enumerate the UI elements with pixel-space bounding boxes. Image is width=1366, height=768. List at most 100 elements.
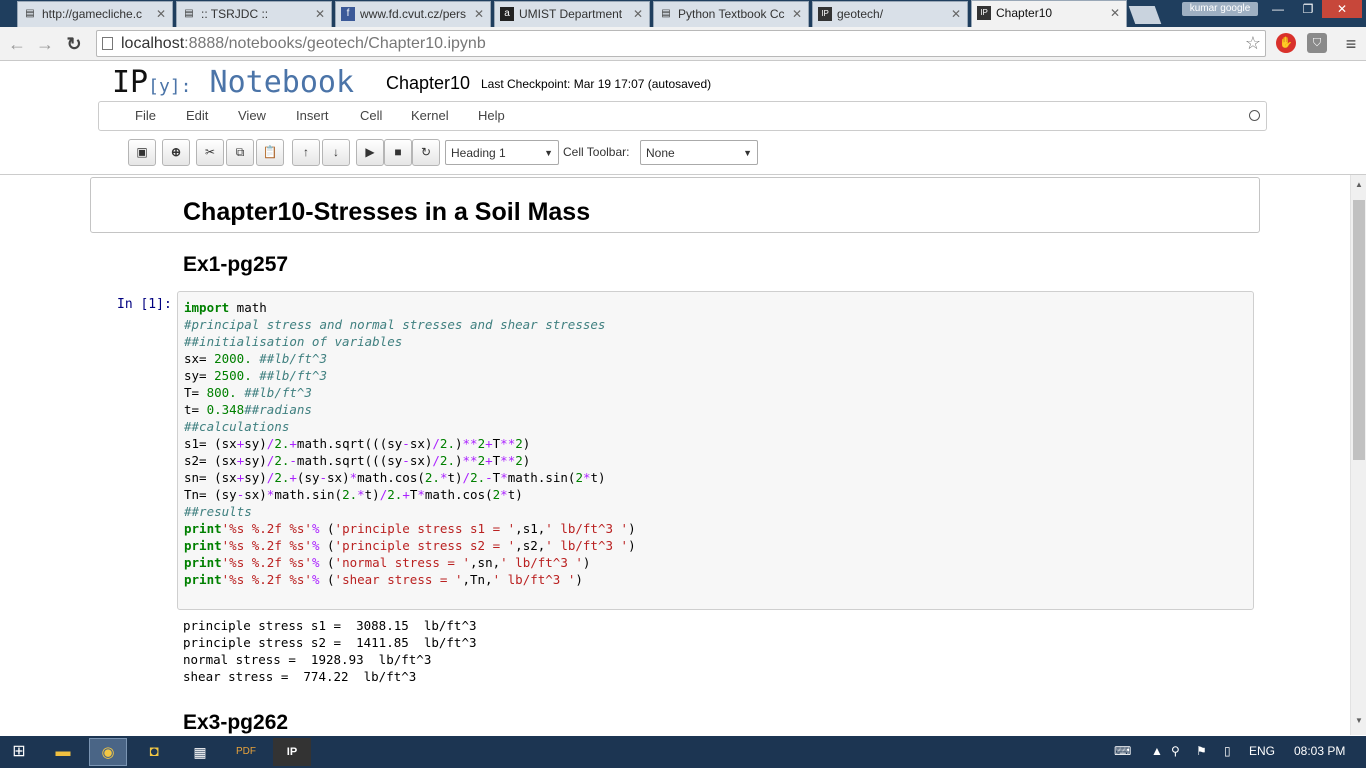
cell-type-select[interactable]: Heading 1 ▼ bbox=[445, 140, 559, 165]
scroll-up-icon[interactable]: ▲ bbox=[1351, 177, 1366, 193]
page-scrollbar[interactable]: ▲ ▼ bbox=[1350, 175, 1366, 735]
language-indicator[interactable]: ENG bbox=[1249, 744, 1275, 758]
checkpoint-status: Last Checkpoint: Mar 19 17:07 (autosaved… bbox=[481, 77, 712, 91]
flag-icon[interactable]: ⚑ bbox=[1196, 744, 1207, 758]
close-tab-icon[interactable]: ✕ bbox=[474, 2, 484, 26]
notebook-name[interactable]: Chapter10 bbox=[386, 73, 470, 94]
back-icon[interactable]: ← bbox=[6, 33, 28, 55]
save-icon[interactable]: ▣ bbox=[128, 139, 156, 166]
insert-cell-icon[interactable]: ⊕ bbox=[162, 139, 190, 166]
browser-tab[interactable]: IP geotech/ ✕ bbox=[812, 1, 968, 27]
code-line[interactable]: print'%s %.2f %s'% ('normal stress = ',s… bbox=[184, 554, 636, 571]
output-line: normal stress = 1928.93 lb/ft^3 bbox=[183, 652, 432, 667]
restart-icon[interactable]: ↻ bbox=[412, 139, 440, 166]
url-input[interactable]: localhost:8888/notebooks/geotech/Chapter… bbox=[96, 30, 1266, 57]
code-line[interactable]: sy= 2500. ##lb/ft^3 bbox=[184, 367, 636, 384]
close-tab-icon[interactable]: ✕ bbox=[315, 2, 325, 26]
code-line[interactable]: sn= (sx+sy)/2.+(sy-sx)*math.cos(2.*t)/2.… bbox=[184, 469, 636, 486]
sticky-notes-icon[interactable]: ◘ bbox=[135, 738, 173, 766]
code-line[interactable]: s1= (sx+sy)/2.+math.sqrt(((sy-sx)/2.)**2… bbox=[184, 435, 636, 452]
restore-icon[interactable]: ❐ bbox=[1294, 0, 1322, 18]
close-tab-icon[interactable]: ✕ bbox=[792, 2, 802, 26]
browser-tab-active[interactable]: IP Chapter10 ✕ bbox=[971, 0, 1127, 27]
output-line: principle stress s2 = 1411.85 lb/ft^3 bbox=[183, 635, 477, 650]
tab-title: :: TSRJDC :: bbox=[201, 7, 269, 21]
cut-icon[interactable]: ✂ bbox=[196, 139, 224, 166]
ipython-taskbar-icon[interactable]: IP bbox=[273, 738, 311, 766]
menu-help[interactable]: Help bbox=[478, 108, 505, 123]
stop-icon[interactable]: ■ bbox=[384, 139, 412, 166]
code-line[interactable]: ##results bbox=[184, 503, 636, 520]
paste-icon[interactable]: 📋 bbox=[256, 139, 284, 166]
network-icon[interactable]: ⚲ bbox=[1171, 744, 1180, 758]
reload-icon[interactable]: ↻ bbox=[63, 33, 85, 55]
move-down-icon[interactable]: ↓ bbox=[322, 139, 350, 166]
menu-icon[interactable]: ≡ bbox=[1340, 33, 1362, 55]
code-line[interactable]: #principal stress and normal stresses an… bbox=[184, 316, 636, 333]
ex3-heading[interactable]: Ex3-pg262 bbox=[183, 711, 288, 735]
shield-icon[interactable]: ⛉ bbox=[1307, 33, 1327, 53]
code-line[interactable]: t= 0.348##radians bbox=[184, 401, 636, 418]
browser-tab[interactable]: ▤ :: TSRJDC :: ✕ bbox=[176, 1, 332, 27]
windows-start-icon[interactable]: ⊞ bbox=[0, 738, 38, 766]
kernel-status-icon bbox=[1249, 110, 1260, 121]
menu-insert[interactable]: Insert bbox=[296, 108, 329, 123]
battery-icon[interactable]: ▯ bbox=[1224, 744, 1231, 758]
ex1-heading[interactable]: Ex1-pg257 bbox=[183, 253, 288, 277]
code-line[interactable]: T= 800. ##lb/ft^3 bbox=[184, 384, 636, 401]
adblock-icon[interactable]: ✋ bbox=[1276, 33, 1296, 53]
page-icon: ▤ bbox=[25, 8, 35, 19]
keyboard-icon[interactable]: ⌨ bbox=[1114, 744, 1131, 758]
pdf-icon[interactable]: PDF bbox=[227, 738, 265, 766]
tab-title: http://gamecliche.c bbox=[42, 7, 143, 21]
new-tab-button[interactable] bbox=[1128, 6, 1162, 24]
code-editor[interactable]: import math #principal stress and normal … bbox=[184, 299, 636, 588]
chrome-icon[interactable]: ◉ bbox=[89, 738, 127, 766]
copy-icon[interactable]: ⧉ bbox=[226, 139, 254, 166]
run-icon[interactable]: ▶ bbox=[356, 139, 384, 166]
close-tab-icon[interactable]: ✕ bbox=[633, 2, 643, 26]
browser-tab[interactable]: ▤ http://gamecliche.c ✕ bbox=[17, 1, 173, 27]
close-tab-icon[interactable]: ✕ bbox=[156, 2, 166, 26]
cell-toolbar-label: Cell Toolbar: bbox=[563, 145, 630, 159]
app-icon[interactable]: ▦ bbox=[181, 738, 219, 766]
code-line[interactable]: Tn= (sy-sx)*math.sin(2.*t)/2.+T*math.cos… bbox=[184, 486, 636, 503]
clock[interactable]: 08:03 PM bbox=[1294, 744, 1345, 758]
close-tab-icon[interactable]: ✕ bbox=[951, 2, 961, 26]
close-window-icon[interactable]: ✕ bbox=[1322, 0, 1362, 18]
url-path: :8888/notebooks/geotech/Chapter10.ipynb bbox=[184, 35, 486, 52]
heading-cell-selected[interactable]: Chapter10-Stresses in a Soil Mass bbox=[90, 177, 1260, 233]
menu-cell[interactable]: Cell bbox=[360, 108, 382, 123]
notebook-content: Chapter10-Stresses in a Soil Mass Ex1-pg… bbox=[0, 175, 1350, 735]
ipython-logo[interactable]: IP[y]: Notebook bbox=[112, 65, 354, 100]
code-line[interactable]: s2= (sx+sy)/2.-math.sqrt(((sy-sx)/2.)**2… bbox=[184, 452, 636, 469]
menu-view[interactable]: View bbox=[238, 108, 266, 123]
code-line[interactable]: import math bbox=[184, 299, 636, 316]
browser-tab[interactable]: f www.fd.cvut.cz/pers ✕ bbox=[335, 1, 491, 27]
menu-edit[interactable]: Edit bbox=[186, 108, 208, 123]
cell-output: principle stress s1 = 3088.15 lb/ft^3 pri… bbox=[183, 617, 477, 685]
bookmark-star-icon[interactable]: ☆ bbox=[1245, 31, 1261, 56]
move-up-icon[interactable]: ↑ bbox=[292, 139, 320, 166]
browser-tab[interactable]: a UMIST Department ✕ bbox=[494, 1, 650, 27]
forward-icon[interactable]: → bbox=[34, 33, 56, 55]
code-line[interactable]: print'%s %.2f %s'% ('principle stress s1… bbox=[184, 520, 636, 537]
profile-button[interactable]: kumar google bbox=[1182, 2, 1258, 16]
ipython-icon: IP bbox=[818, 7, 832, 21]
code-cell[interactable]: import math #principal stress and normal … bbox=[177, 291, 1254, 610]
tray-expand-icon[interactable]: ▲ bbox=[1151, 744, 1163, 758]
minimize-icon[interactable]: — bbox=[1264, 0, 1292, 18]
scroll-down-icon[interactable]: ▼ bbox=[1351, 713, 1366, 729]
menu-file[interactable]: File bbox=[135, 108, 156, 123]
scroll-thumb[interactable] bbox=[1353, 200, 1365, 460]
file-explorer-icon[interactable]: ▬ bbox=[44, 738, 82, 766]
menu-kernel[interactable]: Kernel bbox=[411, 108, 449, 123]
code-line[interactable]: ##initialisation of variables bbox=[184, 333, 636, 350]
code-line[interactable]: print'%s %.2f %s'% ('principle stress s2… bbox=[184, 537, 636, 554]
close-tab-icon[interactable]: ✕ bbox=[1110, 1, 1120, 25]
cell-toolbar-select[interactable]: None ▼ bbox=[640, 140, 758, 165]
code-line[interactable]: print'%s %.2f %s'% ('shear stress = ',Tn… bbox=[184, 571, 636, 588]
code-line[interactable]: sx= 2000. ##lb/ft^3 bbox=[184, 350, 636, 367]
code-line[interactable]: ##calculations bbox=[184, 418, 636, 435]
browser-tab[interactable]: ▤ Python Textbook Cc ✕ bbox=[653, 1, 809, 27]
